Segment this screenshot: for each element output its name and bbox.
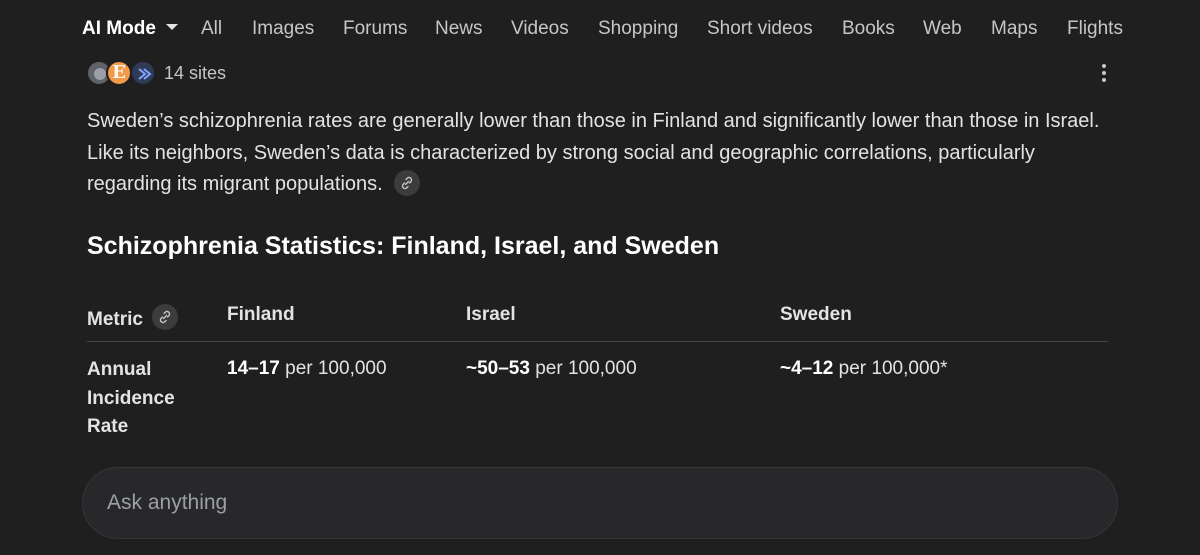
caret-down-icon [165, 24, 178, 30]
tab-all[interactable]: All [201, 18, 222, 40]
tab-web[interactable]: Web [923, 18, 962, 40]
citation-link-icon[interactable] [152, 304, 179, 330]
tab-books[interactable]: Books [842, 18, 895, 40]
tab-forums[interactable]: Forums [343, 18, 407, 40]
tab-short-videos[interactable]: Short videos [707, 18, 813, 40]
table-header-row: Metric Finland Israel Sweden [87, 296, 1108, 342]
tab-videos[interactable]: Videos [511, 18, 569, 40]
tab-shopping[interactable]: Shopping [598, 18, 678, 40]
ask-input[interactable] [107, 488, 1087, 518]
source-favicon-icon [130, 60, 156, 86]
table-row: Annual Incidence Rate 14–17 per 100,000 … [87, 342, 1108, 452]
tab-maps[interactable]: Maps [991, 18, 1037, 40]
tab-news[interactable]: News [435, 18, 483, 40]
row-metric-label: Annual Incidence Rate [87, 359, 175, 437]
source-favicon-icon: E [106, 60, 132, 86]
citation-link-icon[interactable] [394, 170, 421, 196]
header-israel: Israel [466, 304, 516, 325]
tab-ai-mode[interactable]: AI Mode [82, 18, 178, 40]
cell-sweden: ~4–12 per 100,000* [780, 358, 948, 379]
more-options-icon[interactable] [1092, 60, 1116, 86]
answer-paragraph: Sweden’s schizophrenia rates are general… [87, 110, 1100, 196]
cell-israel: ~50–53 per 100,000 [466, 358, 637, 379]
source-favicons[interactable]: E [86, 60, 160, 88]
search-tabs: AI Mode All Images Forums News Videos Sh… [0, 0, 1200, 62]
tab-flights[interactable]: Flights [1067, 18, 1123, 40]
header-finland: Finland [227, 304, 295, 325]
ask-bar [82, 467, 1118, 539]
sources-count[interactable]: 14 sites [164, 63, 226, 84]
header-sweden: Sweden [780, 304, 852, 325]
section-heading: Schizophrenia Statistics: Finland, Israe… [87, 232, 720, 260]
ai-mode-page: AI Mode All Images Forums News Videos Sh… [0, 0, 1200, 555]
stats-table: Metric Finland Israel Sweden Annual Inci… [87, 296, 1108, 452]
cell-finland: 14–17 per 100,000 [227, 358, 387, 379]
tab-images[interactable]: Images [252, 18, 314, 40]
header-metric: Metric [87, 304, 179, 331]
sources-row: E 14 sites [86, 58, 1116, 88]
